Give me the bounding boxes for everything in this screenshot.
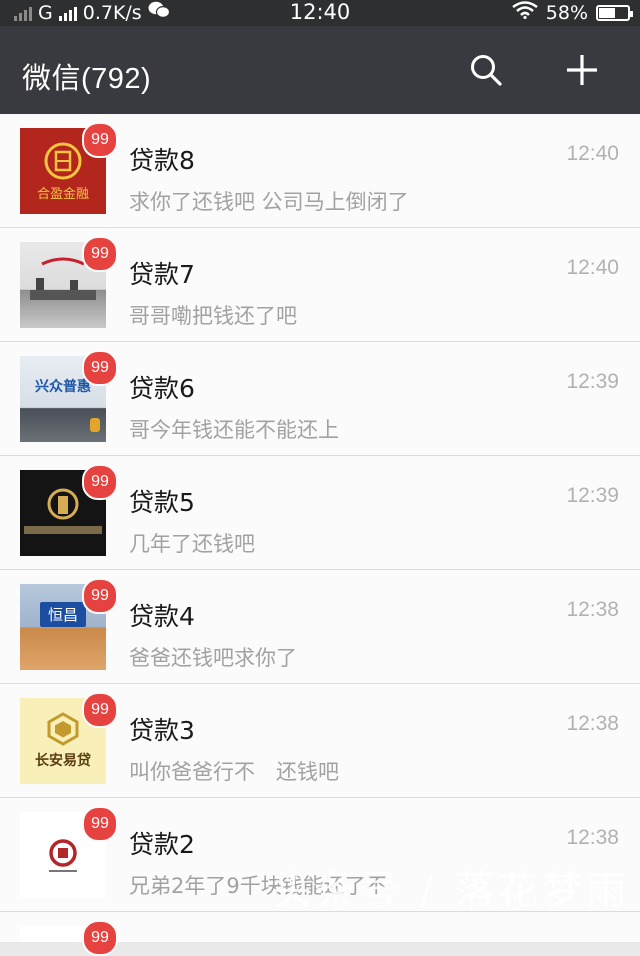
plus-icon — [567, 55, 597, 85]
wifi-icon — [512, 1, 538, 24]
logo-icon — [49, 839, 77, 872]
unread-badge: 99 — [82, 464, 118, 500]
unread-badge: 99 — [82, 350, 118, 386]
status-bar: G 0.7K/s 12:40 58% — [0, 0, 640, 26]
chat-name: 贷款8 — [129, 146, 195, 175]
chat-time: 12:40 — [566, 142, 619, 165]
chat-last-message: 叫你爸爸行不 还钱吧 — [129, 760, 339, 784]
chat-last-message: 爸爸还钱吧求你了 — [129, 646, 297, 670]
logo-icon — [47, 712, 79, 746]
chat-time: 12:38 — [566, 598, 619, 621]
chat-last-message: 哥今年钱还能不能还上 — [129, 418, 339, 442]
chat-item[interactable]: 99 贷款2 兄弟2年了9千块钱能还了不 12:38 — [0, 798, 640, 912]
chat-item[interactable]: 99 贷款5 几年了还钱吧 12:39 — [0, 456, 640, 570]
chat-name: 贷款4 — [129, 602, 195, 631]
chat-item[interactable]: 99 贷款7 哥哥嘞把钱还了吧 12:40 — [0, 228, 640, 342]
chat-time: 12:39 — [566, 370, 619, 393]
chat-last-message: 兄弟2年了9千块钱能还了不 — [129, 874, 387, 898]
chat-item[interactable]: 长安易贷 99 贷款3 叫你爸爸行不 还钱吧 12:38 — [0, 684, 640, 798]
chat-item[interactable]: 99 — [0, 912, 640, 956]
chat-item[interactable]: 恒昌 99 贷款4 爸爸还钱吧求你了 12:38 — [0, 570, 640, 684]
add-button[interactable] — [560, 48, 604, 92]
chat-last-message: 几年了还钱吧 — [129, 532, 255, 556]
chat-name: 贷款6 — [129, 374, 195, 403]
chat-time: 12:39 — [566, 484, 619, 507]
chat-time: 12:38 — [566, 712, 619, 735]
unread-badge: 99 — [82, 236, 118, 272]
logo-icon — [44, 142, 82, 179]
unread-badge: 99 — [82, 122, 118, 158]
page-title: 微信(792) — [22, 63, 152, 95]
unread-badge: 99 — [82, 920, 118, 956]
avatar-text: 长安易贷 — [35, 753, 91, 769]
avatar-text: 兴众普惠 — [35, 379, 91, 395]
battery-percent: 58% — [545, 1, 588, 24]
chat-time: 12:38 — [566, 826, 619, 849]
unread-badge: 99 — [82, 692, 118, 728]
chat-name: 贷款5 — [129, 488, 195, 517]
avatar-text: 合盈金融 — [36, 186, 89, 202]
unread-badge: 99 — [82, 578, 118, 614]
search-icon — [471, 55, 502, 86]
chat-item[interactable]: 合盈金融 99 贷款8 求你了还钱吧 公司马上倒闭了 12:40 — [0, 114, 640, 228]
chat-name: 贷款7 — [129, 260, 195, 289]
search-button[interactable] — [464, 48, 508, 92]
chat-name: 贷款3 — [129, 716, 195, 745]
status-right: 58% — [512, 1, 633, 24]
chat-last-message: 求你了还钱吧 公司马上倒闭了 — [129, 190, 409, 214]
chat-last-message: 哥哥嘞把钱还了吧 — [129, 304, 297, 328]
chat-list: 合盈金融 99 贷款8 求你了还钱吧 公司马上倒闭了 12:40 99 贷款7 … — [0, 114, 640, 956]
unread-badge: 99 — [82, 806, 118, 842]
chat-time: 12:40 — [566, 256, 619, 279]
chat-name: 贷款2 — [129, 830, 195, 859]
chat-item[interactable]: 兴众普惠 99 贷款6 哥今年钱还能不能还上 12:39 — [0, 342, 640, 456]
battery-icon — [596, 4, 633, 21]
app-header: 微信(792) — [0, 26, 640, 114]
avatar-text: 恒昌 — [39, 602, 86, 627]
plant-icon — [90, 418, 100, 432]
